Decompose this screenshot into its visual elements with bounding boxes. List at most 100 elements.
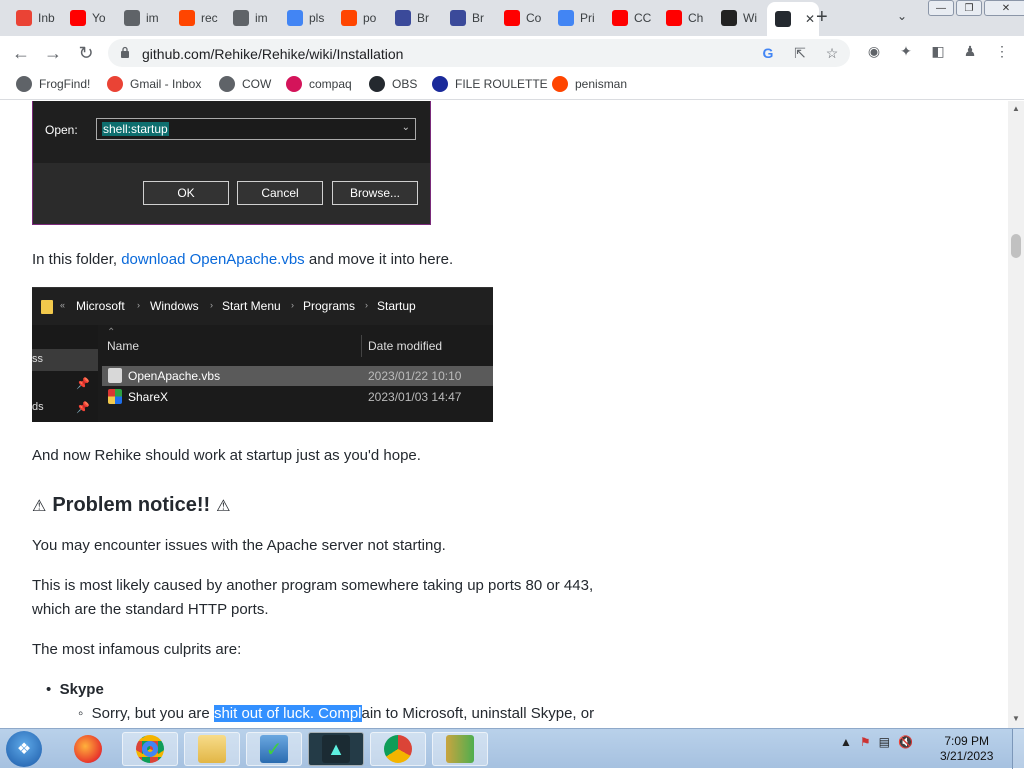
pin-icon: 📌 bbox=[76, 402, 90, 414]
file-row: OpenApache.vbs 2023/01/22 10:10 bbox=[102, 366, 493, 386]
tab-strip: Inb Yo im rec im pls po Br Br Co Pri CC Ch Wi ✕ + ⌄ — … bbox=[0, 0, 1024, 36]
network-icon[interactable]: ▤ bbox=[879, 735, 890, 749]
back-icon[interactable]: ← bbox=[10, 42, 32, 64]
sort-arrow-icon: ⌃ bbox=[107, 327, 116, 338]
firefox-taskbar-button[interactable] bbox=[60, 732, 116, 766]
minimize-button[interactable]: — bbox=[928, 0, 954, 16]
reload-icon[interactable]: ↻ bbox=[75, 42, 97, 64]
bookmark-label: COW bbox=[242, 77, 272, 91]
breadcrumb-item: Programs bbox=[303, 299, 356, 313]
reddit-icon bbox=[552, 76, 568, 92]
scroll-down-icon[interactable]: ▼ bbox=[1012, 714, 1020, 723]
tab-search-icon[interactable]: ⌄ bbox=[897, 9, 907, 23]
bookmark-5[interactable]: FILE ROULETTE bbox=[432, 76, 548, 92]
page-content: Open: shell:startup ⌄ OK Cancel Browse..… bbox=[0, 101, 1008, 728]
google-lens-icon[interactable]: G bbox=[760, 45, 776, 61]
breadcrumb-item: Microsoft bbox=[76, 299, 125, 313]
tab-google-10[interactable]: Pri bbox=[550, 5, 600, 31]
reddit-icon bbox=[341, 10, 357, 26]
tab-google-5[interactable]: pls bbox=[279, 5, 329, 31]
paragraph-ports-line2: which are the standard HTTP ports. bbox=[32, 601, 269, 618]
app-arrow-taskbar-button[interactable] bbox=[432, 732, 488, 766]
compaq-icon bbox=[286, 76, 302, 92]
tab-reddit-6[interactable]: po bbox=[333, 5, 383, 31]
menu-kebab-icon[interactable]: ⋮ bbox=[993, 42, 1011, 60]
tab-title: Pri bbox=[580, 11, 595, 25]
paragraph-ports-line1: This is most likely caused by another pr… bbox=[32, 577, 594, 594]
globe-icon bbox=[219, 76, 235, 92]
forward-icon[interactable]: → bbox=[42, 42, 64, 64]
tab-board-8[interactable]: Br bbox=[442, 5, 492, 31]
clock[interactable]: 7:09 PM 3/21/2023 bbox=[940, 734, 993, 764]
tab-youtube-1[interactable]: Yo bbox=[62, 5, 112, 31]
selected-text: shit out of luck. Compl bbox=[213, 705, 362, 722]
tab-github-14[interactable]: ✕ bbox=[767, 2, 819, 36]
scroll-up-icon[interactable]: ▲ bbox=[1012, 104, 1020, 113]
breadcrumb-item: Startup bbox=[377, 299, 416, 313]
extension-reddit-icon[interactable]: ◉ bbox=[865, 42, 883, 60]
show-desktop-button[interactable] bbox=[1012, 729, 1024, 769]
new-tab-button[interactable]: + bbox=[816, 6, 828, 29]
tab-youtube-12[interactable]: Ch bbox=[658, 5, 708, 31]
page-scrollbar[interactable]: ▲ ▼ bbox=[1008, 101, 1024, 728]
checklist-app-taskbar-button[interactable]: ✓ bbox=[246, 732, 302, 766]
share-icon[interactable]: ⇱ bbox=[792, 45, 808, 61]
close-window-button[interactable]: ✕ bbox=[984, 0, 1024, 16]
extensions-puzzle-icon[interactable]: ✦ bbox=[897, 42, 915, 60]
tab-youtube-9[interactable]: Co bbox=[496, 5, 546, 31]
bookmark-4[interactable]: OBS bbox=[369, 76, 417, 92]
paragraph-culprits: The most infamous culprits are: bbox=[32, 641, 242, 658]
scroll-thumb[interactable] bbox=[1011, 234, 1021, 258]
bookmark-star-icon[interactable]: ☆ bbox=[824, 45, 840, 61]
tray-expand-icon[interactable]: ▲ bbox=[840, 735, 852, 749]
google-icon bbox=[287, 10, 303, 26]
open-combobox: shell:startup ⌄ bbox=[96, 118, 416, 140]
tab-title: Co bbox=[526, 11, 542, 25]
tab-gmail-0[interactable]: Inb bbox=[8, 5, 58, 31]
bookmark-label: FILE ROULETTE bbox=[455, 77, 548, 91]
youtube-icon bbox=[504, 10, 520, 26]
url-text: github.com/Rehike/Rehike/wiki/Installati… bbox=[142, 46, 404, 62]
volume-muted-icon[interactable]: 🔇 bbox=[898, 735, 913, 749]
board-icon bbox=[395, 10, 411, 26]
reddit-icon bbox=[179, 10, 195, 26]
bookmark-label: penisman bbox=[575, 77, 628, 91]
bookmark-0[interactable]: FrogFind! bbox=[16, 76, 90, 92]
bookmark-6[interactable]: penisman bbox=[552, 76, 627, 92]
breadcrumb-item: Start Menu bbox=[222, 299, 281, 313]
tab-board-7[interactable]: Br bbox=[387, 5, 437, 31]
globe-icon bbox=[233, 10, 249, 26]
chrome-taskbar-button-2[interactable] bbox=[370, 732, 426, 766]
cancel-button: Cancel bbox=[237, 181, 323, 205]
folder-icon bbox=[41, 300, 53, 314]
bookmark-1[interactable]: Gmail - Inbox bbox=[107, 76, 201, 92]
tab-globe-4[interactable]: im bbox=[225, 5, 275, 31]
chevron-down-icon: ⌄ bbox=[401, 122, 410, 133]
close-tab-icon[interactable]: ✕ bbox=[805, 12, 815, 26]
tab-title: Wi bbox=[743, 11, 757, 25]
column-date: Date modified bbox=[368, 339, 443, 353]
restore-button[interactable]: ❐ bbox=[956, 0, 982, 16]
tab-wikipedia-13[interactable]: Wi bbox=[713, 5, 763, 31]
run-dialog-image: Open: shell:startup ⌄ OK Cancel Browse..… bbox=[32, 101, 431, 225]
profile-avatar-icon[interactable]: ♟ bbox=[961, 42, 979, 60]
side-panel-icon[interactable]: ◧ bbox=[929, 42, 947, 60]
file-explorer-taskbar-button[interactable] bbox=[184, 732, 240, 766]
download-link[interactable]: download OpenApache.vbs bbox=[121, 251, 304, 268]
tab-title: pls bbox=[309, 11, 325, 25]
filmora-taskbar-button[interactable]: ▲ bbox=[308, 732, 364, 766]
open-value: shell:startup bbox=[102, 122, 169, 136]
tab-reddit-3[interactable]: rec bbox=[171, 5, 221, 31]
tab-globe-2[interactable]: im bbox=[116, 5, 166, 31]
problem-notice-heading: ⚠ Problem notice!! ⚠ bbox=[32, 494, 231, 516]
github-icon bbox=[775, 11, 791, 27]
bookmark-2[interactable]: COW bbox=[219, 76, 271, 92]
gmail-icon bbox=[107, 76, 123, 92]
start-button[interactable]: ❖ bbox=[6, 731, 42, 767]
bookmark-3[interactable]: compaq bbox=[286, 76, 352, 92]
chrome-taskbar-button[interactable] bbox=[122, 732, 178, 766]
tab-youtube-11[interactable]: CC bbox=[604, 5, 654, 31]
action-center-icon[interactable]: ⚑ bbox=[860, 735, 871, 749]
file-row: ShareX 2023/01/03 14:47 bbox=[102, 387, 493, 407]
address-bar[interactable]: github.com/Rehike/Rehike/wiki/Installati… bbox=[108, 39, 850, 67]
